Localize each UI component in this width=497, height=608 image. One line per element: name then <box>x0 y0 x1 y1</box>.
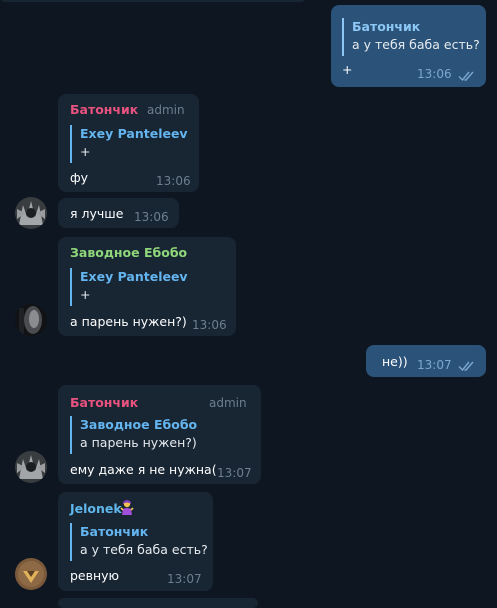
message-text: ему даже я не нужна( <box>70 462 217 477</box>
admin-badge: admin <box>209 396 247 410</box>
message-text: + <box>342 62 353 77</box>
message-text: а парень нужен?) <box>70 314 187 329</box>
message-time: 13:06 <box>156 174 191 188</box>
partial-message-bubble-bottom <box>58 598 258 608</box>
message-time: 13:06 <box>192 318 227 332</box>
admin-badge: admin <box>147 103 185 117</box>
message-text: ревную <box>70 568 120 583</box>
reply-quote-author: Exey Panteleev <box>80 126 188 141</box>
reply-quote[interactable]: Exey Panteleev + <box>70 268 188 306</box>
reply-quote[interactable]: Exey Panteleev + <box>70 125 188 163</box>
reply-quote-author: Exey Panteleev <box>80 269 188 284</box>
message-time: 13:07 <box>167 572 202 586</box>
incoming-message-bubble[interactable]: я лучше 13:06 <box>58 198 179 228</box>
outgoing-message-bubble[interactable]: не)) 13:07 <box>366 345 486 377</box>
double-check-read-icon <box>458 71 474 82</box>
sender-name[interactable]: Заводное Ебобо <box>70 245 187 260</box>
reply-quote-text: а у тебя баба есть? <box>352 37 480 52</box>
incoming-message-bubble[interactable]: Батончик admin Заводное Ебобо а парень н… <box>58 385 261 484</box>
sender-name[interactable]: Батончик <box>70 102 138 117</box>
reply-quote-text: а парень нужен?) <box>80 435 197 450</box>
reply-quote-author: Батончик <box>80 524 149 539</box>
reply-quote-text: + <box>80 144 91 159</box>
message-time: 13:06 <box>417 67 452 81</box>
reply-quote[interactable]: Заводное Ебобо а парень нужен?) <box>70 416 197 454</box>
partial-message-bubble-top <box>0 0 306 2</box>
message-time: 13:07 <box>417 358 452 372</box>
reply-quote[interactable]: Батончик а у тебя баба есть? <box>70 523 208 561</box>
sender-name[interactable]: Батончик <box>70 395 138 410</box>
user-avatar-zavodnoe-ebobo[interactable] <box>15 304 47 336</box>
message-time: 13:06 <box>134 210 169 224</box>
user-avatar-jelonek[interactable] <box>15 558 47 590</box>
message-time: 13:07 <box>217 466 252 480</box>
person-gesturing-emoji-icon <box>120 500 134 515</box>
message-text: я лучше <box>70 206 124 221</box>
reply-quote-text: + <box>80 287 91 302</box>
sender-name[interactable]: Jelonek <box>70 501 122 516</box>
message-text: не)) <box>382 354 408 369</box>
reply-quote-author: Заводное Ебобо <box>80 417 198 432</box>
incoming-message-bubble[interactable]: Jelonek Батончик а у тебя баба есть? рев… <box>58 492 213 591</box>
user-avatar-batonchik[interactable] <box>15 197 47 229</box>
double-check-read-icon <box>458 361 474 372</box>
outgoing-message-bubble[interactable]: Батончик а у тебя баба есть? + 13:06 <box>331 5 486 87</box>
reply-quote[interactable]: Батончик а у тебя баба есть? <box>342 18 480 56</box>
reply-quote-author: Батончик <box>352 19 421 34</box>
message-text: фу <box>70 170 89 185</box>
incoming-message-bubble[interactable]: Батончик admin Exey Panteleev + фу 13:06 <box>58 94 199 192</box>
reply-quote-text: а у тебя баба есть? <box>80 542 208 557</box>
user-avatar-batonchik[interactable] <box>15 451 47 483</box>
incoming-message-bubble[interactable]: Заводное Ебобо Exey Panteleev + а парень… <box>58 237 236 336</box>
